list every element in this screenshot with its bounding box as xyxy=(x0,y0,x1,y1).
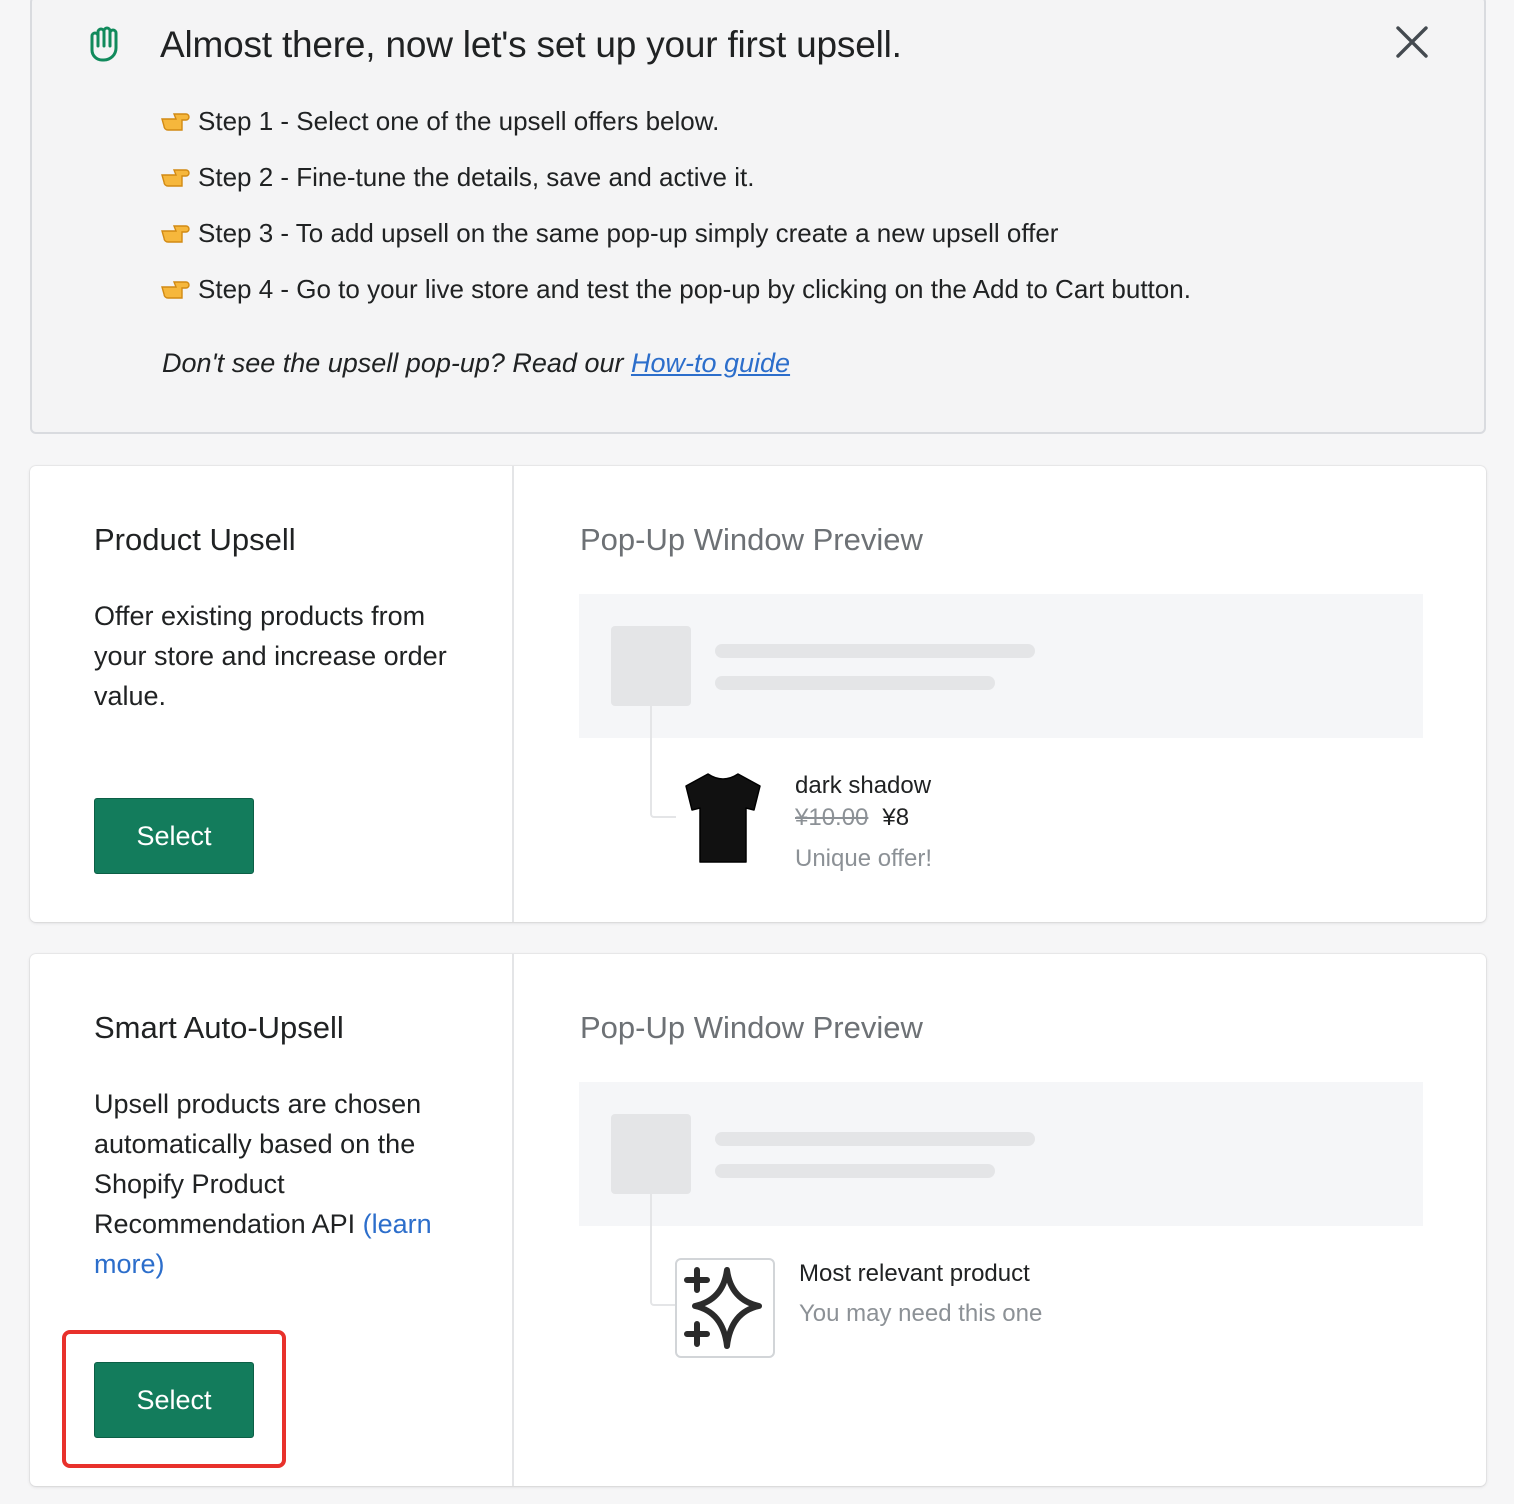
steps-list: Step 1 - Select one of the upsell offers… xyxy=(160,106,1191,330)
card-title: Product Upsell xyxy=(94,522,296,557)
card-title: Smart Auto-Upsell xyxy=(94,1010,344,1045)
select-button[interactable]: Select xyxy=(94,798,254,874)
offer-tagline: Unique offer! xyxy=(795,845,932,872)
step-text: Step 1 - Select one of the upsell offers… xyxy=(198,106,720,136)
skeleton-line xyxy=(715,676,995,690)
product-upsell-card: Product Upsell Offer existing products f… xyxy=(30,466,1486,922)
smart-auto-upsell-card: Smart Auto-Upsell Upsell products are ch… xyxy=(30,954,1486,1486)
recommendation-thumbnail xyxy=(675,1258,775,1358)
how-to-guide-link[interactable]: How-to guide xyxy=(631,348,790,378)
skeleton-thumbnail xyxy=(611,626,691,706)
card-description: Offer existing products from your store … xyxy=(94,601,447,711)
help-text: Don't see the upsell pop-up? Read our Ho… xyxy=(162,348,790,379)
step-item: Step 1 - Select one of the upsell offers… xyxy=(160,106,1191,162)
sparkle-icon xyxy=(684,1267,762,1349)
product-name: Most relevant product xyxy=(799,1260,1030,1287)
step-text: Step 3 - To add upsell on the same pop-u… xyxy=(198,218,1059,248)
preview-title: Pop-Up Window Preview xyxy=(580,522,923,557)
skeleton-line xyxy=(715,1164,995,1178)
tshirt-icon xyxy=(685,773,761,863)
select-button[interactable]: Select xyxy=(94,1362,254,1438)
step-item: Step 4 - Go to your live store and test … xyxy=(160,274,1191,330)
card-info: Product Upsell Offer existing products f… xyxy=(30,466,514,922)
pointing-hand-icon xyxy=(161,225,190,243)
preview-skeleton xyxy=(579,594,1423,738)
preview-skeleton xyxy=(579,1082,1423,1226)
help-prefix: Don't see the upsell pop-up? Read our xyxy=(162,348,631,378)
offer-tagline: You may need this one xyxy=(799,1300,1043,1327)
step-item: Step 2 - Fine-tune the details, save and… xyxy=(160,162,1191,218)
close-icon[interactable] xyxy=(1394,24,1430,60)
skeleton-thumbnail xyxy=(611,1114,691,1194)
step-text: Step 4 - Go to your live store and test … xyxy=(198,274,1191,304)
card-info: Smart Auto-Upsell Upsell products are ch… xyxy=(30,954,514,1486)
preview-connector xyxy=(650,1194,676,1306)
card-description: Upsell products are chosen automatically… xyxy=(94,1084,494,1284)
banner-title: Almost there, now let's set up your firs… xyxy=(160,24,902,65)
hand-icon xyxy=(90,26,118,62)
skeleton-line xyxy=(715,1132,1035,1146)
step-text: Step 2 - Fine-tune the details, save and… xyxy=(198,162,755,192)
preview-title: Pop-Up Window Preview xyxy=(580,1010,923,1045)
sale-price: ¥8 xyxy=(882,804,910,831)
original-price: ¥10.00 xyxy=(795,804,869,831)
step-item: Step 3 - To add upsell on the same pop-u… xyxy=(160,218,1191,274)
pointing-hand-icon xyxy=(161,281,190,299)
pointing-hand-icon xyxy=(161,113,190,131)
price-row: ¥10.00 ¥8 xyxy=(795,804,909,832)
pointing-hand-icon xyxy=(161,169,190,187)
onboarding-banner: Almost there, now let's set up your firs… xyxy=(30,0,1486,434)
preview-connector xyxy=(650,706,676,818)
product-name: dark shadow xyxy=(795,772,932,799)
skeleton-line xyxy=(715,644,1035,658)
